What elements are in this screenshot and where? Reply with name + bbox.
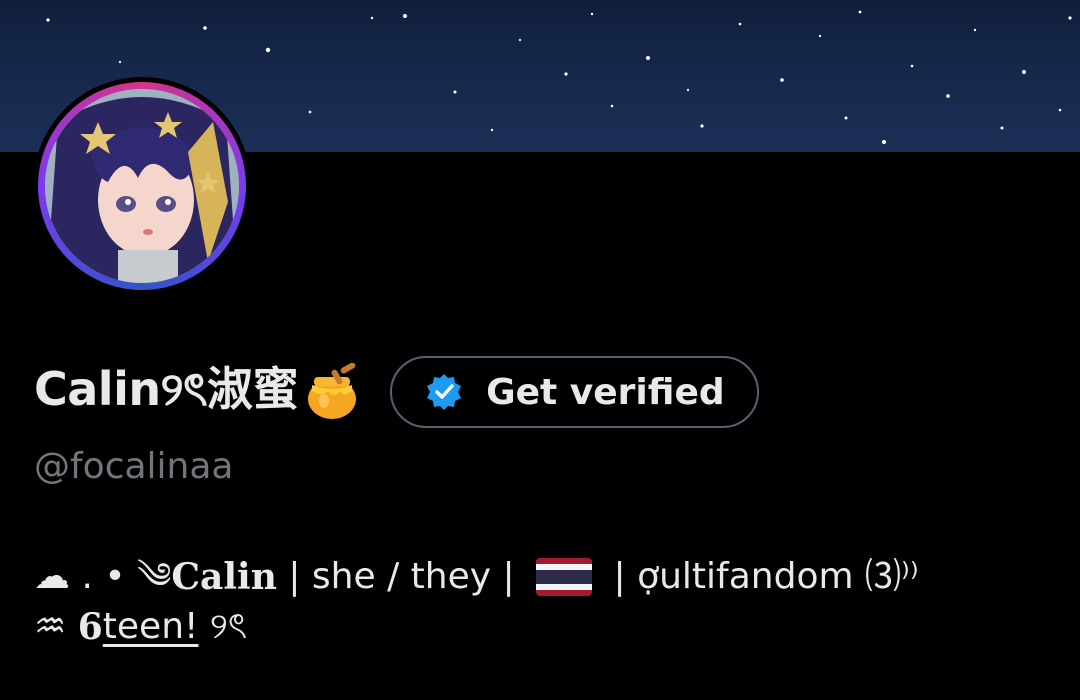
anime-avatar-image xyxy=(45,89,239,283)
avatar[interactable] xyxy=(38,82,246,290)
bio-fandom: | ợultifandom ⑶⁾⁾ xyxy=(602,556,919,597)
bio-line-2: ♒ 6 teen! ୨ৎ xyxy=(34,602,919,652)
bio-symbol: ♒ xyxy=(34,606,78,647)
bio-name: Calin xyxy=(171,556,277,598)
get-verified-button[interactable]: Get verified xyxy=(390,356,759,428)
bio-line-1: ☁︎ . • ༄ Calin | she / they | | ợultifan… xyxy=(34,552,919,602)
bio-pronouns: | she / they | xyxy=(276,556,527,597)
profile-handle: @focalinaa xyxy=(34,446,234,487)
bio-end-decoration: ୨ৎ xyxy=(198,606,248,647)
bio-age-text: teen! xyxy=(102,606,199,647)
verified-badge-icon xyxy=(424,372,464,412)
get-verified-label: Get verified xyxy=(486,371,725,413)
profile-name-row: Calin୨ৎ淑蜜 Get verified xyxy=(34,352,759,432)
bio-decoration: ☁︎ . • ༄ xyxy=(34,556,172,597)
honey-pot-icon xyxy=(304,362,360,421)
thailand-flag-icon xyxy=(536,558,593,596)
display-name: Calin୨ৎ淑蜜 xyxy=(34,362,299,416)
bio-age-number: 6 xyxy=(77,606,103,648)
profile-bio: ☁︎ . • ༄ Calin | she / they | | ợultifan… xyxy=(34,552,919,652)
